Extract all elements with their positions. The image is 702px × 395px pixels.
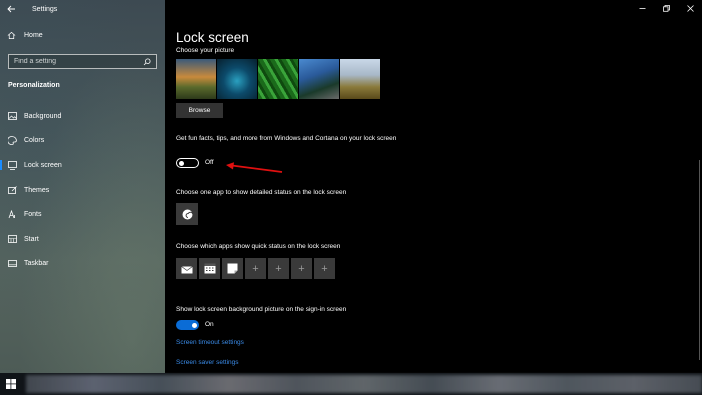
plus-icon: + [252, 262, 259, 275]
browse-button[interactable]: Browse [176, 103, 223, 118]
search-box[interactable] [8, 54, 157, 69]
start-button[interactable] [0, 373, 22, 395]
taskbar-apps-blurred [26, 375, 702, 393]
sidebar-item-themes[interactable]: Themes [0, 180, 165, 200]
lock-screen-icon [8, 160, 17, 170]
picture-thumbnail[interactable] [217, 59, 257, 99]
picture-thumbnail[interactable] [258, 59, 298, 99]
sidebar-item-label: Colors [24, 136, 45, 144]
sidebar-item-start[interactable]: Start [0, 229, 165, 249]
home-icon [7, 31, 16, 40]
sidebar-item-label: Lock screen [24, 161, 62, 169]
minimize-icon [639, 7, 645, 9]
sidebar-item-label: Themes [24, 186, 50, 194]
app-title: Settings [32, 5, 58, 13]
settings-sidebar: Settings Home Personalization Background… [0, 0, 165, 373]
sidebar-item-label: Background [24, 112, 62, 120]
taskbar [0, 373, 702, 395]
quick-status-add-button[interactable]: + [291, 258, 312, 279]
sidebar-item-label: Start [24, 235, 39, 243]
sticky-notes-icon [227, 263, 238, 274]
section-label: Personalization [8, 82, 60, 89]
quick-status-add-button[interactable]: + [268, 258, 289, 279]
plus-icon: + [298, 262, 305, 275]
sidebar-item-fonts[interactable]: Fonts [0, 204, 165, 224]
fun-facts-label: Get fun facts, tips, and more from Windo… [176, 135, 397, 142]
fun-facts-toggle[interactable] [176, 158, 199, 168]
plus-icon: + [321, 262, 328, 275]
quick-status-add-button[interactable]: + [314, 258, 335, 279]
sidebar-item-colors[interactable]: Colors [0, 130, 165, 150]
picture-thumbnails [176, 59, 380, 99]
sidebar-item-background[interactable]: Background [0, 106, 165, 126]
show-bg-signin-toggle-label: On [205, 321, 214, 328]
picture-icon [8, 112, 17, 121]
quick-status-add-button[interactable]: + [245, 258, 266, 279]
sidebar-item-label: Taskbar [24, 259, 49, 267]
quick-status-sticky-notes-button[interactable] [222, 258, 243, 279]
detailed-status-label: Choose one app to show detailed status o… [176, 189, 347, 196]
picture-thumbnail[interactable] [299, 59, 339, 99]
screen-timeout-settings-link[interactable]: Screen timeout settings [176, 339, 244, 346]
home-label: Home [24, 32, 43, 39]
screen-saver-settings-link[interactable]: Screen saver settings [176, 359, 239, 366]
detailed-status-app-button[interactable] [176, 203, 198, 225]
close-icon [686, 4, 694, 12]
picture-thumbnail[interactable] [176, 59, 216, 99]
taskbar-icon [8, 259, 17, 268]
windows-logo-icon [6, 379, 16, 389]
quick-status-mail-button[interactable] [176, 258, 197, 279]
close-button[interactable] [679, 0, 701, 16]
quick-status-apps: + + + + [176, 258, 335, 279]
fun-facts-toggle-label: Off [205, 159, 214, 166]
quick-status-calendar-button[interactable] [199, 258, 220, 279]
calendar-icon [204, 263, 215, 274]
sidebar-item-taskbar[interactable]: Taskbar [0, 253, 165, 273]
brush-icon [8, 185, 17, 195]
show-bg-signin-toggle[interactable] [176, 320, 199, 330]
toggle-knob [191, 322, 197, 328]
picture-thumbnail[interactable] [340, 59, 380, 99]
arrow-left-icon [6, 5, 15, 13]
minimize-button[interactable] [631, 0, 653, 16]
red-arrow-annotation [226, 162, 283, 173]
scrollbar[interactable] [699, 160, 700, 360]
show-bg-signin-label: Show lock screen background picture on t… [176, 306, 347, 313]
restore-button[interactable] [655, 0, 677, 16]
titlebar-left: Settings [0, 0, 57, 18]
home-nav-item[interactable]: Home [7, 31, 43, 40]
choose-picture-label: Choose your picture [176, 47, 235, 54]
sidebar-item-label: Fonts [24, 210, 42, 218]
quick-status-label: Choose which apps show quick status on t… [176, 243, 341, 250]
back-button[interactable] [0, 0, 22, 18]
mail-icon [180, 263, 193, 273]
search-icon[interactable] [143, 58, 151, 66]
main-content: Lock screen Choose your picture Browse G… [165, 0, 702, 373]
toggle-knob [179, 160, 184, 166]
start-grid-icon [8, 235, 17, 244]
palette-icon [8, 135, 17, 145]
page-title: Lock screen [176, 30, 249, 45]
plus-icon: + [275, 262, 282, 275]
weather-icon [182, 209, 193, 219]
font-icon [8, 209, 17, 219]
sidebar-item-lock-screen[interactable]: Lock screen [0, 155, 165, 175]
search-input[interactable] [14, 58, 134, 65]
restore-icon [662, 4, 670, 12]
